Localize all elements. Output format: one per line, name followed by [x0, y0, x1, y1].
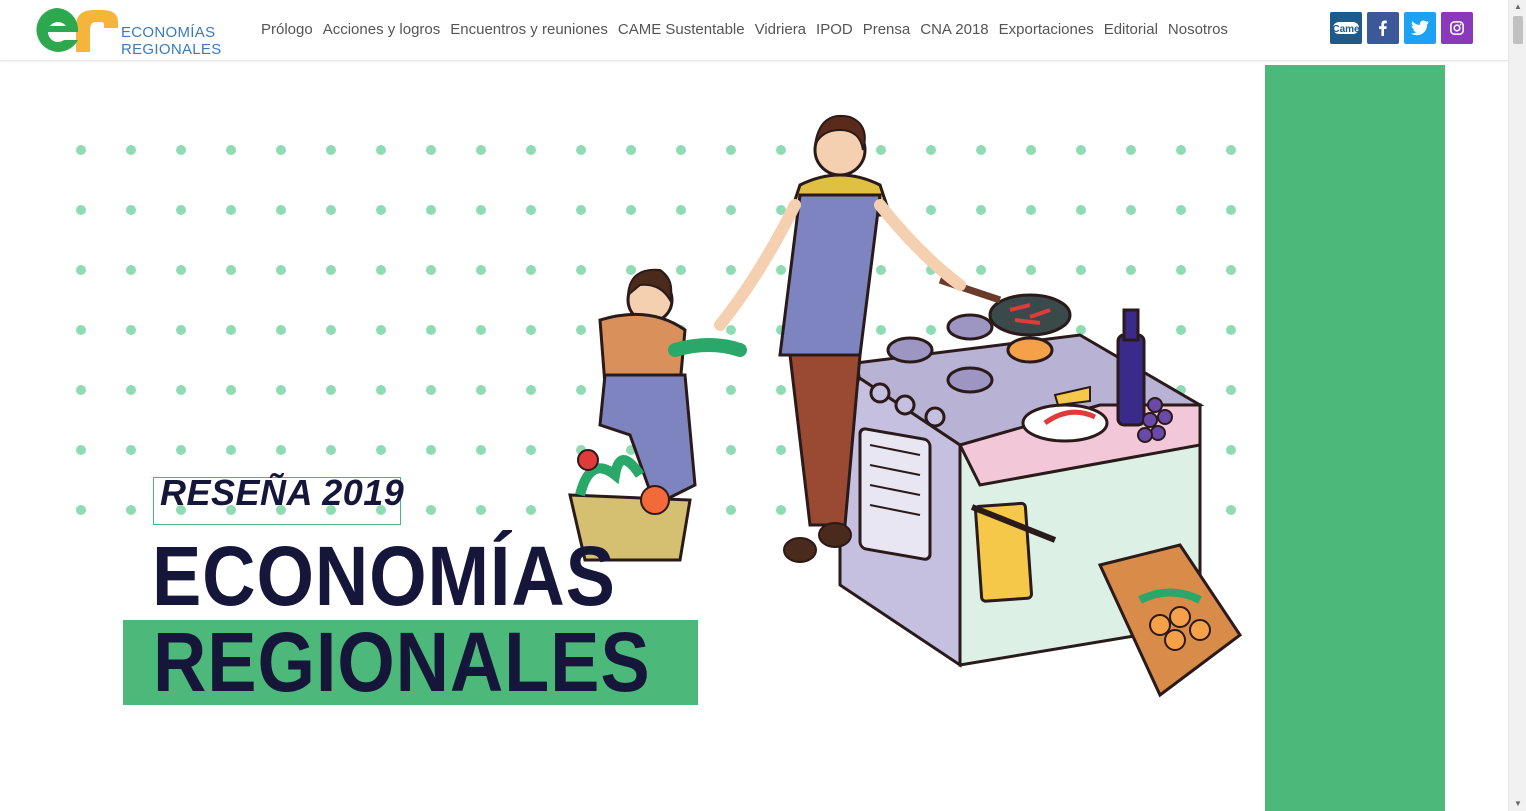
hero-title-line-2: REGIONALES: [153, 615, 651, 709]
hero-title-line-1: ECONOMÍAS: [152, 529, 616, 623]
pattern-dot: [176, 205, 186, 215]
pattern-dot: [476, 385, 486, 395]
twitter-icon: [1411, 20, 1429, 36]
scroll-thumb[interactable]: [1513, 16, 1523, 44]
hero-green-sidebar: [1265, 65, 1445, 811]
pattern-dot: [376, 145, 386, 155]
pattern-dot: [76, 265, 86, 275]
pattern-dot: [126, 205, 136, 215]
pattern-dot: [276, 445, 286, 455]
pattern-dot: [276, 325, 286, 335]
hero-kicker: RESEÑA 2019: [160, 472, 405, 513]
pattern-dot: [126, 325, 136, 335]
twitter-link[interactable]: [1404, 12, 1436, 44]
pattern-dot: [376, 325, 386, 335]
pattern-dot: [276, 385, 286, 395]
facebook-link[interactable]: [1367, 12, 1399, 44]
pattern-dot: [126, 505, 136, 515]
pattern-dot: [226, 145, 236, 155]
pattern-dot: [426, 265, 436, 275]
pattern-dot: [326, 265, 336, 275]
pattern-dot: [226, 205, 236, 215]
pattern-dot: [176, 145, 186, 155]
pattern-dot: [126, 385, 136, 395]
page-scrollbar[interactable]: ▲ ▼: [1508, 0, 1526, 811]
pattern-dot: [476, 265, 486, 275]
pattern-dot: [276, 145, 286, 155]
pattern-dot: [526, 385, 536, 395]
pattern-dot: [76, 505, 86, 515]
pattern-dot: [126, 265, 136, 275]
pattern-dot: [226, 385, 236, 395]
pattern-dot: [326, 145, 336, 155]
pattern-dot: [226, 325, 236, 335]
pattern-dot: [526, 145, 536, 155]
pattern-dot: [376, 265, 386, 275]
pattern-dot: [526, 205, 536, 215]
pattern-dot: [326, 445, 336, 455]
pattern-dot: [76, 205, 86, 215]
scroll-down-arrow-icon[interactable]: ▼: [1509, 797, 1526, 811]
pattern-dot: [526, 445, 536, 455]
pattern-dot: [476, 145, 486, 155]
pattern-dot: [176, 265, 186, 275]
instagram-link[interactable]: [1441, 12, 1473, 44]
pattern-dot: [526, 325, 536, 335]
pattern-dot: [426, 325, 436, 335]
pattern-dot: [426, 445, 436, 455]
pattern-dot: [76, 145, 86, 155]
pattern-dot: [476, 505, 486, 515]
pattern-dot: [176, 325, 186, 335]
pattern-dot: [326, 325, 336, 335]
scroll-up-arrow-icon[interactable]: ▲: [1509, 0, 1526, 14]
pattern-dot: [326, 385, 336, 395]
pattern-dot: [126, 445, 136, 455]
pattern-dot: [226, 265, 236, 275]
pattern-dot: [426, 205, 436, 215]
pattern-dot: [326, 205, 336, 215]
pattern-dot: [426, 385, 436, 395]
family-cooking-illustration: [568, 114, 1243, 698]
pattern-dot: [526, 505, 536, 515]
pattern-dot: [476, 205, 486, 215]
pattern-dot: [426, 145, 436, 155]
came-icon-label: Came: [1332, 24, 1360, 35]
pattern-dot: [526, 265, 536, 275]
came-icon: Came: [1332, 22, 1360, 35]
facebook-icon: [1379, 20, 1387, 36]
social-links: Came: [1330, 12, 1473, 44]
pattern-dot: [376, 205, 386, 215]
pattern-dot: [226, 445, 236, 455]
pattern-dot: [176, 445, 186, 455]
pattern-dot: [176, 385, 186, 395]
came-link[interactable]: Came: [1330, 12, 1362, 44]
pattern-dot: [376, 445, 386, 455]
pattern-dot: [126, 145, 136, 155]
pattern-dot: [476, 445, 486, 455]
pattern-dot: [76, 385, 86, 395]
pattern-dot: [76, 445, 86, 455]
pattern-dot: [476, 325, 486, 335]
instagram-icon: [1450, 21, 1464, 35]
pattern-dot: [276, 205, 286, 215]
pattern-dot: [276, 265, 286, 275]
pattern-dot: [76, 325, 86, 335]
pattern-dot: [376, 385, 386, 395]
pattern-dot: [426, 505, 436, 515]
